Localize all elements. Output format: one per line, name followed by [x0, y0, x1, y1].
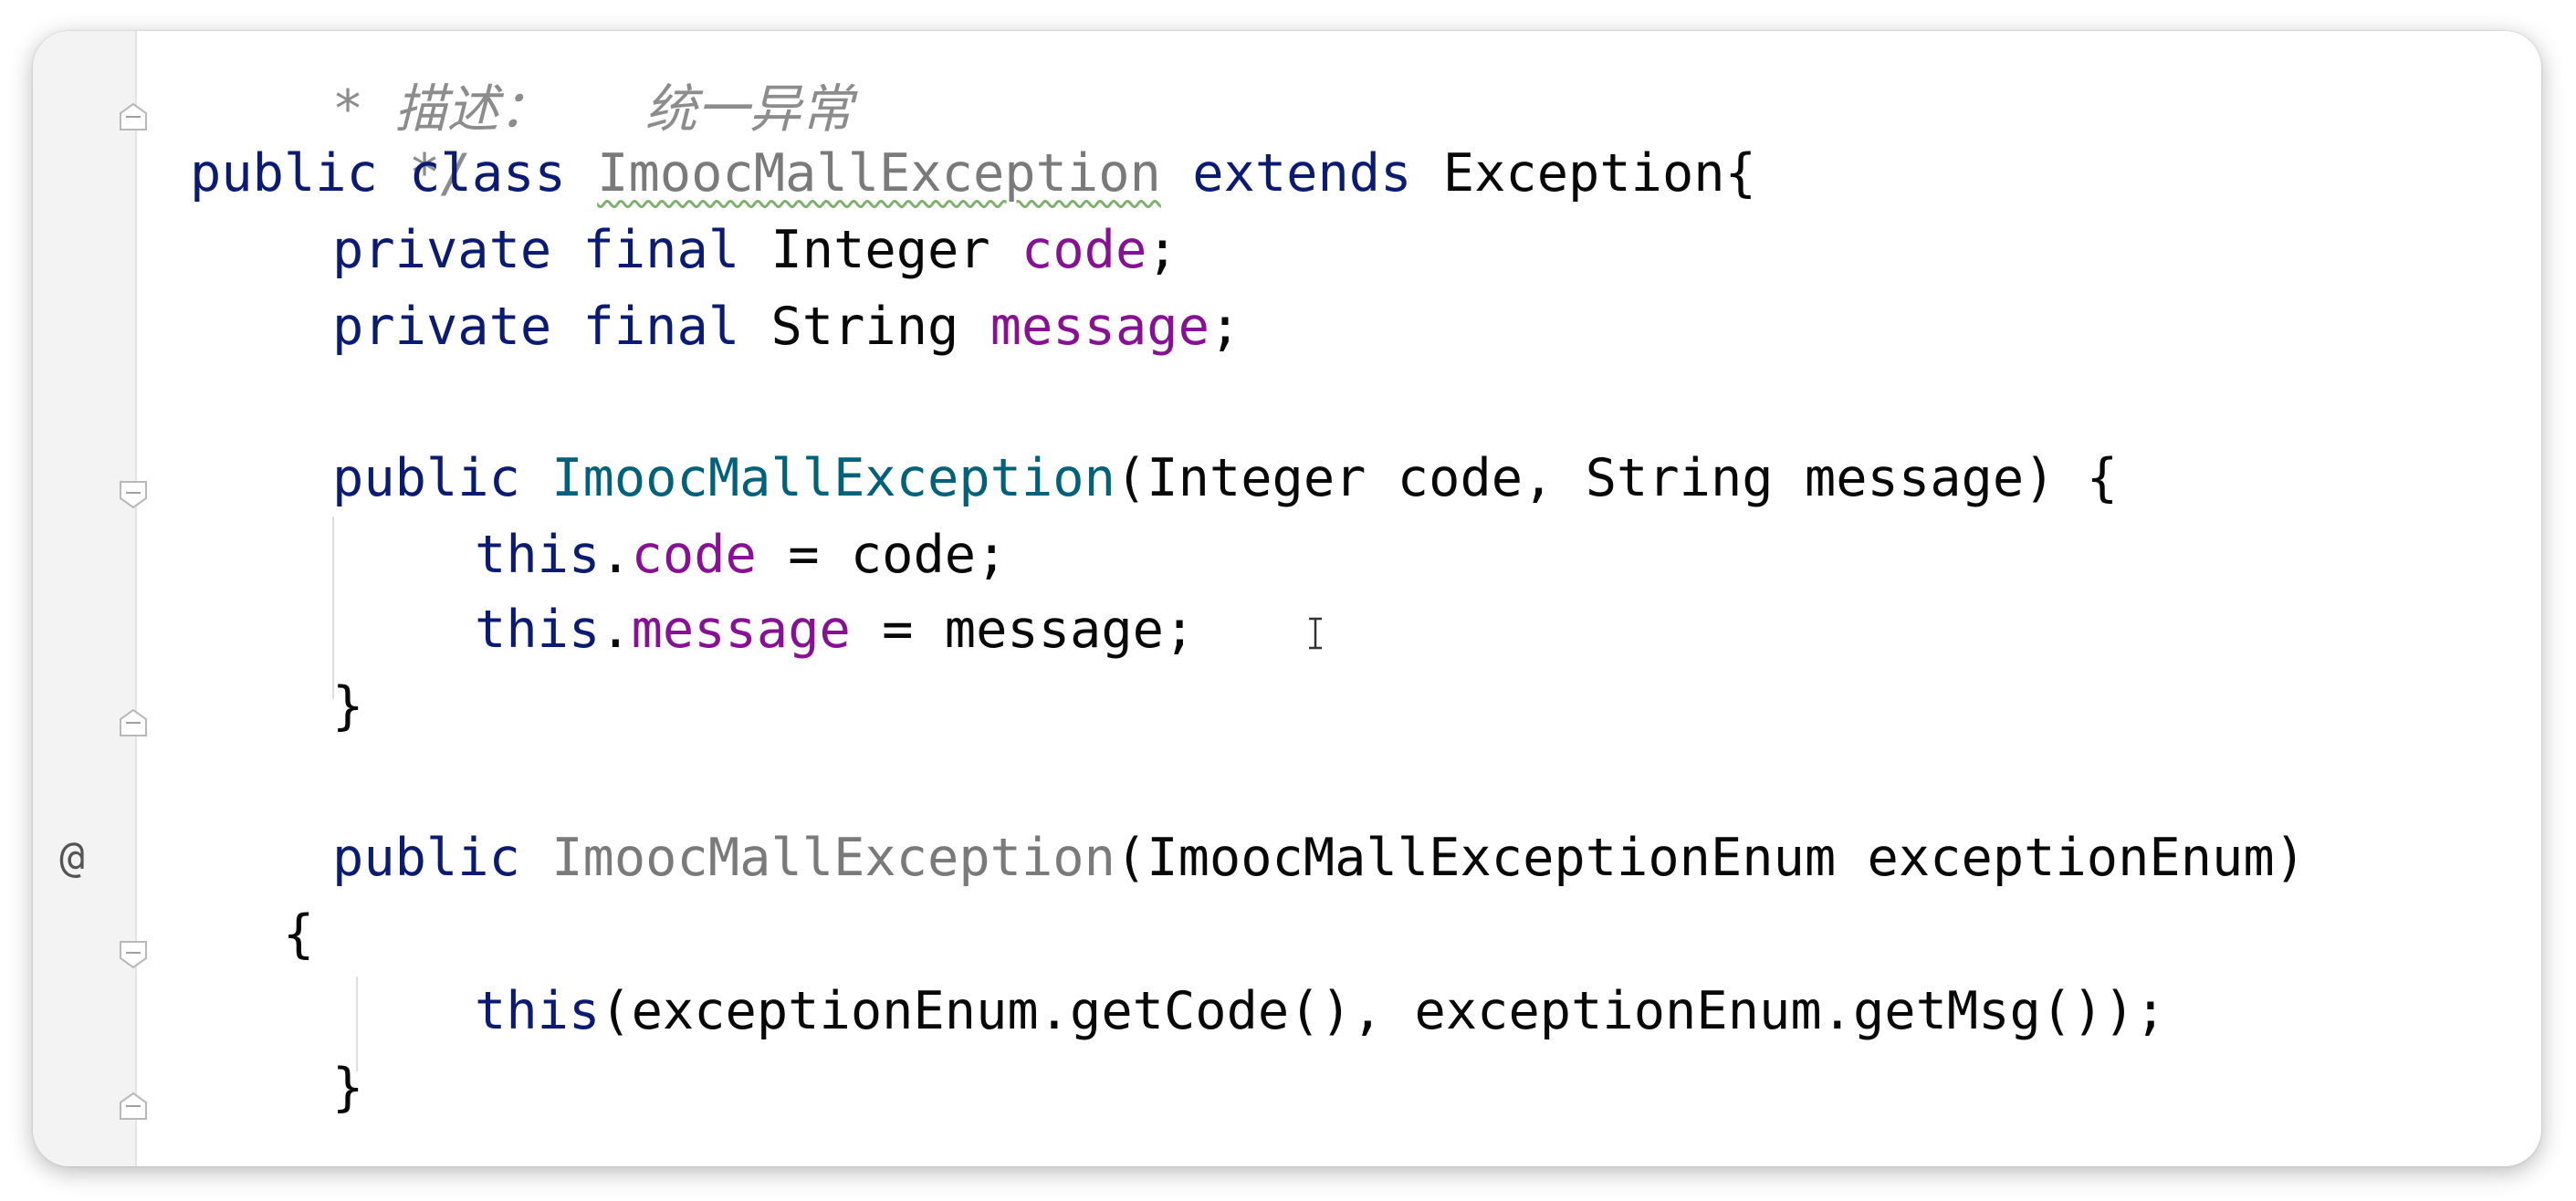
code-line-field-message: private final String message;	[332, 297, 1241, 357]
code-line-close-brace: }	[332, 676, 364, 736]
class-name[interactable]: ImoocMallException	[597, 143, 1161, 204]
text-cursor-icon	[1309, 617, 1322, 650]
code-line-constructor-2: public ImoocMallException(ImoocMallExcep…	[332, 828, 2306, 888]
editor-gutter	[33, 31, 137, 1166]
code-line-comment-end: */	[408, 143, 472, 204]
constructor-name[interactable]: ImoocMallException	[551, 448, 1115, 508]
constructor-name[interactable]: ImoocMallException	[551, 828, 1115, 888]
code-area[interactable]: * 描述： 统一异常 */ public class ImoocMallExce…	[137, 31, 2541, 1166]
code-line-this-call: this(exceptionEnum.getCode(), exceptionE…	[475, 981, 2167, 1041]
code-line-close-brace: }	[332, 1058, 364, 1118]
code-line-assign-message: this.message = message;	[475, 600, 1196, 660]
code-line-open-brace: {	[283, 904, 315, 965]
override-marker-icon[interactable]: @	[49, 834, 95, 880]
code-line-constructor-1: public ImoocMallException(Integer code, …	[332, 448, 2119, 508]
code-line-class-declaration: public class ImoocMallException extends …	[190, 143, 1756, 204]
code-line-field-code: private final Integer code;	[332, 220, 1178, 280]
code-editor-window: @ * 描述： 统一异常 */ public class ImoocMallEx…	[33, 31, 2541, 1166]
code-line-assign-code: this.code = code;	[475, 525, 1008, 585]
